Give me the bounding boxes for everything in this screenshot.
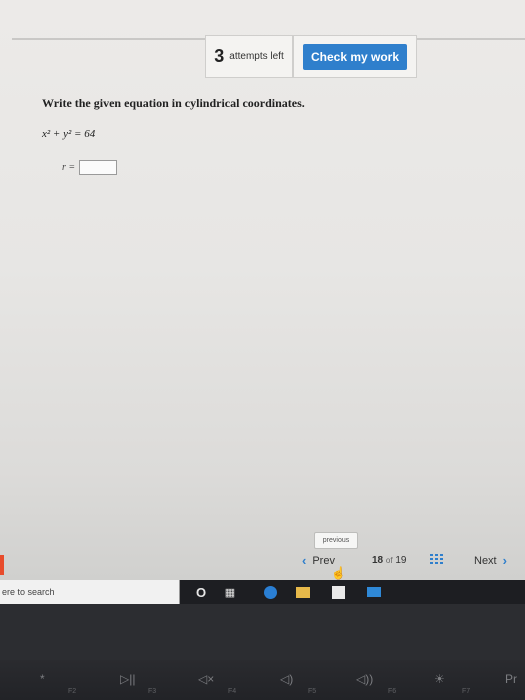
check-my-work-button[interactable]: Check my work	[303, 43, 407, 70]
previous-tooltip: previous	[314, 532, 358, 549]
chevron-left-icon: ‹	[302, 553, 307, 568]
answer-label: r =	[62, 162, 76, 173]
page-of: of	[385, 556, 393, 565]
next-button[interactable]: Next ›	[474, 553, 507, 568]
question-grid-icon[interactable]	[430, 554, 443, 566]
fn-label-f5: F5	[308, 688, 317, 695]
edge-marker	[0, 555, 4, 575]
key-mute: ◁×	[198, 672, 215, 686]
screen: 3 attempts left Check my work Write the …	[0, 0, 525, 590]
fn-label-f3: F3	[148, 688, 157, 695]
cortana-icon[interactable]: O	[193, 584, 209, 600]
fn-label-f6: F6	[388, 688, 397, 695]
check-work-container: Check my work	[293, 35, 417, 78]
question-equation: x² + y² = 64	[42, 128, 96, 140]
task-view-icon[interactable]: ▦	[222, 584, 238, 600]
hand-cursor-icon: ☝	[331, 566, 346, 580]
attempts-count: 3	[214, 46, 225, 66]
page-total: 19	[395, 555, 407, 566]
store-icon[interactable]	[330, 584, 346, 600]
page-counter: 18 of 19	[372, 555, 406, 566]
key-brightness-down: *	[40, 672, 45, 686]
answer-input[interactable]	[79, 160, 118, 175]
key-volume-up: ◁))	[356, 672, 374, 686]
question-prompt: Write the given equation in cylindrical …	[42, 96, 305, 110]
chevron-right-icon: ›	[502, 553, 507, 568]
key-print-screen: Pr	[505, 672, 517, 686]
attempts-text: attempts left	[229, 51, 284, 62]
key-play-pause: ▷||	[120, 672, 136, 686]
fn-label-f2: F2	[68, 688, 77, 695]
file-explorer-icon[interactable]	[295, 584, 311, 600]
prev-label: Prev	[312, 554, 335, 567]
mail-icon[interactable]	[366, 584, 382, 600]
fn-label-f4: F4	[228, 688, 237, 695]
taskbar-search[interactable]: ere to search	[0, 580, 180, 604]
keyboard-function-row	[0, 660, 525, 700]
answer-row: r =	[62, 160, 118, 175]
attempts-indicator: 3 attempts left	[205, 35, 293, 78]
next-label: Next	[474, 554, 497, 567]
edge-browser-icon[interactable]	[262, 584, 278, 600]
key-volume-down: ◁)	[280, 672, 294, 686]
fn-label-f7: F7	[462, 688, 471, 695]
key-brightness-up: ☀	[434, 672, 445, 686]
page-current: 18	[372, 555, 384, 566]
